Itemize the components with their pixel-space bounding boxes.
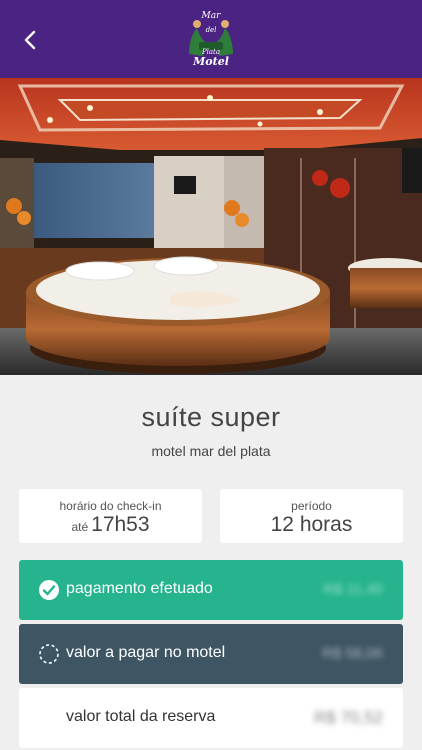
checkin-card: horário do check-in até 17h53 (19, 489, 202, 543)
payment-due-amount: R$ 58,06 (322, 645, 383, 662)
check-circle-icon (39, 580, 59, 600)
suite-photo-illustration (0, 78, 422, 375)
period-card: período 12 horas (220, 489, 403, 543)
dashed-circle-icon (39, 644, 59, 664)
payment-done-label: pagamento efetuado (66, 580, 213, 597)
svg-text:del: del (206, 26, 217, 34)
payment-due-row[interactable]: valor a pagar no motel R$ 58,06 (19, 624, 403, 684)
payment-due-label: valor a pagar no motel (66, 644, 226, 661)
total-label: valor total da reserva (66, 708, 216, 725)
top-bar: Mar del Plata Motel (0, 0, 422, 78)
checkin-prefix: até (71, 520, 89, 534)
motel-logo: Mar del Plata Motel (189, 11, 233, 68)
period-label: período (291, 499, 332, 513)
period-value: 12 horas (270, 513, 353, 536)
checkin-time: 17h53 (91, 513, 150, 536)
suite-name: suíte super (141, 402, 281, 432)
svg-text:Mar: Mar (201, 11, 222, 21)
chevron-left-icon (24, 30, 36, 50)
svg-text:Motel: Motel (192, 55, 229, 68)
total-amount: R$ 70,52 (314, 708, 383, 727)
back-button[interactable] (14, 24, 46, 56)
motel-name: motel mar del plata (151, 443, 271, 459)
total-row: valor total da reserva R$ 70,52 (19, 688, 403, 748)
suite-photo (0, 78, 422, 375)
payment-done-amount: R$ 11,40 (323, 581, 383, 598)
payment-done-row[interactable]: pagamento efetuado R$ 11,40 (19, 560, 403, 620)
checkin-label: horário do check-in (59, 499, 162, 513)
